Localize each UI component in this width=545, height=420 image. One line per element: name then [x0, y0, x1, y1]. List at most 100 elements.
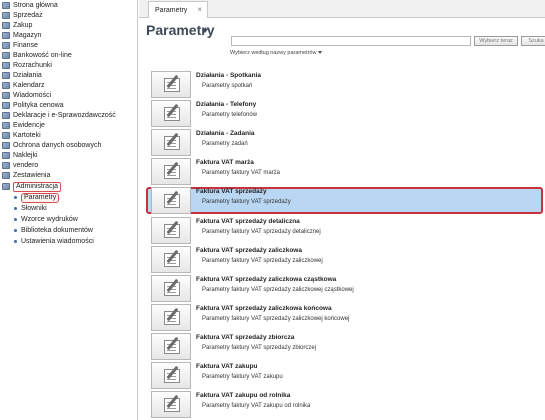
folder-icon — [2, 102, 10, 109]
sidebar-subitem-parametry[interactable]: Parametry — [14, 192, 60, 203]
document-edit-icon — [151, 304, 191, 331]
sidebar-subitem-slowniki[interactable]: Słowniki — [14, 204, 47, 213]
sidebar-item-label: Rozrachunki — [13, 62, 52, 69]
sidebar-subitem-wzorce[interactable]: Wzorce wydruków — [14, 215, 78, 224]
list-item[interactable]: Faktura VAT sprzedaży zbiorcza Parametry… — [146, 333, 543, 360]
sidebar-item-finanse[interactable]: Finanse — [2, 41, 38, 50]
sidebar-item-zestawienia[interactable]: Zestawienia — [2, 171, 50, 180]
list-item-title: Działania - Spotkania — [196, 72, 262, 79]
list-item-description: Parametry zadań — [202, 141, 248, 147]
document-edit-icon — [151, 100, 191, 127]
sidebar-item-bankowosc[interactable]: Bankowość on-line — [2, 51, 72, 60]
sidebar-item-label: Deklaracje i e-Sprawozdawczość — [13, 112, 116, 119]
list-item[interactable]: Faktura VAT sprzedaży zaliczkowa cząstko… — [146, 275, 543, 302]
folder-icon — [2, 82, 10, 89]
list-item-title: Faktura VAT sprzedaży zaliczkowa końcowa — [196, 305, 332, 312]
sidebar-item-label: Działania — [13, 72, 42, 79]
sidebar-item-label: Finanse — [13, 42, 38, 49]
sidebar-item-label: Kartoteki — [13, 132, 41, 139]
sidebar-item-label: vendero — [13, 162, 39, 169]
list-item[interactable]: Działania - Telefony Parametry telefonów — [146, 100, 543, 127]
folder-icon — [2, 142, 10, 149]
sidebar-item-deklaracje[interactable]: Deklaracje i e-Sprawozdawczość — [2, 111, 116, 120]
folder-icon — [2, 122, 10, 129]
sidebar-item-label: Polityka cenowa — [13, 102, 64, 109]
parameter-list: Działania - Spotkania Parametry spotkań … — [146, 71, 545, 420]
folder-icon — [2, 32, 10, 39]
sidebar-item-polityka-cenowa[interactable]: Polityka cenowa — [2, 101, 64, 110]
folder-icon — [2, 22, 10, 29]
list-item[interactable]: Faktura VAT sprzedaży zaliczkowa końcowa… — [146, 304, 543, 331]
folder-icon — [2, 2, 10, 9]
folder-icon — [2, 112, 10, 119]
list-item-title: Faktura VAT zakupu od rolnika — [196, 392, 291, 399]
search-mode-label: Wybierz według nazwy parametrów — [230, 50, 317, 56]
list-item-selected[interactable]: Faktura VAT sprzedaży Parametry faktury … — [146, 187, 543, 214]
sidebar-item-ochrona-danych[interactable]: Ochrona danych osobowych — [2, 141, 101, 150]
sidebar-item-sprzedaz[interactable]: Sprzedaż — [2, 11, 43, 20]
list-item[interactable]: Faktura VAT zakupu od rolnika Parametry … — [146, 391, 543, 418]
folder-icon — [2, 162, 10, 169]
sidebar-subitem-label: Ustawienia wiadomości — [21, 238, 94, 245]
document-edit-icon — [151, 391, 191, 418]
bullet-icon — [14, 229, 17, 232]
sidebar-item-ewidencje[interactable]: Ewidencje — [2, 121, 45, 130]
sidebar-item-kartoteki[interactable]: Kartoteki — [2, 131, 41, 140]
close-icon[interactable]: × — [197, 5, 202, 14]
document-edit-icon — [151, 333, 191, 360]
tab-label: Parametry — [155, 6, 188, 14]
list-item-title: Działania - Telefony — [196, 101, 257, 108]
list-item-description: Parametry telefonów — [202, 112, 258, 118]
search-mode-dropdown[interactable]: Wybierz według nazwy parametrów — [230, 50, 323, 56]
sidebar-item-strona-glowna[interactable]: Strona główna — [2, 1, 58, 10]
sidebar-subitem-label: Wzorce wydruków — [21, 216, 78, 223]
search-button[interactable]: Szuka — [521, 36, 545, 46]
list-item-description: Parametry faktury VAT sprzedaży zbiorcze… — [202, 345, 317, 351]
list-item-description: Parametry spotkań — [202, 83, 253, 89]
sidebar-item-label: Naklejki — [13, 152, 38, 159]
sidebar-item-zakup[interactable]: Zakup — [2, 21, 32, 30]
list-item[interactable]: Faktura VAT marża Parametry faktury VAT … — [146, 158, 543, 185]
list-item-description: Parametry faktury VAT sprzedaży detalicz… — [202, 229, 321, 235]
sidebar-tree: Strona główna Sprzedaż Zakup Magazyn Fin… — [0, 0, 138, 420]
folder-icon — [2, 172, 10, 179]
chevron-down-icon — [318, 51, 323, 55]
sidebar-item-label: Sprzedaż — [13, 12, 43, 19]
sidebar-subitem-label: Biblioteka dokumentów — [21, 227, 93, 234]
select-now-button[interactable]: Wybierz teraz — [474, 36, 518, 46]
sidebar-item-label: Zakup — [13, 22, 33, 29]
sidebar-item-label: Kalendarz — [13, 82, 45, 89]
sidebar-item-label: Strona główna — [13, 2, 58, 9]
folder-icon — [2, 92, 10, 99]
sidebar-subitem-biblioteka[interactable]: Biblioteka dokumentów — [14, 226, 93, 235]
list-item-description: Parametry faktury VAT zakupu od rolnika — [202, 403, 311, 409]
list-item[interactable]: Faktura VAT sprzedaży zaliczkowa Paramet… — [146, 246, 543, 273]
sidebar-item-rozrachunki[interactable]: Rozrachunki — [2, 61, 52, 70]
chevron-down-icon[interactable] — [202, 29, 208, 33]
list-item-title: Faktura VAT marża — [196, 159, 254, 166]
list-item-description: Parametry faktury VAT marża — [202, 170, 281, 176]
search-input[interactable] — [231, 36, 471, 46]
document-edit-icon — [151, 362, 191, 389]
sidebar-item-wiadomosci[interactable]: Wiadomości — [2, 91, 51, 100]
sidebar-item-naklejki[interactable]: Naklejki — [2, 151, 38, 160]
tab-parametry[interactable]: Parametry × — [148, 1, 208, 18]
sidebar-subitem-label: Parametry — [21, 192, 60, 203]
list-item-description: Parametry faktury VAT sprzedaży zaliczko… — [202, 316, 350, 322]
list-item-description: Parametry faktury VAT sprzedaży zaliczko… — [202, 287, 354, 293]
sidebar-item-magazyn[interactable]: Magazyn — [2, 31, 41, 40]
list-item[interactable]: Działania - Zadania Parametry zadań — [146, 129, 543, 156]
sidebar-subitem-ustawienia[interactable]: Ustawienia wiadomości — [14, 237, 94, 246]
sidebar-item-vendero[interactable]: vendero — [2, 161, 38, 170]
sidebar-item-kalendarz[interactable]: Kalendarz — [2, 81, 45, 90]
sidebar-item-administracja[interactable]: Administracja — [2, 181, 62, 192]
list-item[interactable]: Faktura VAT sprzedaży detaliczna Paramet… — [146, 217, 543, 244]
bullet-icon — [14, 196, 17, 199]
sidebar-item-label: Ewidencje — [13, 122, 45, 129]
folder-icon — [2, 12, 10, 19]
sidebar-item-dzialania[interactable]: Działania — [2, 71, 42, 80]
document-edit-icon — [151, 275, 191, 302]
list-item[interactable]: Faktura VAT zakupu Parametry faktury VAT… — [146, 362, 543, 389]
list-item[interactable]: Działania - Spotkania Parametry spotkań — [146, 71, 543, 98]
folder-icon — [2, 72, 10, 79]
